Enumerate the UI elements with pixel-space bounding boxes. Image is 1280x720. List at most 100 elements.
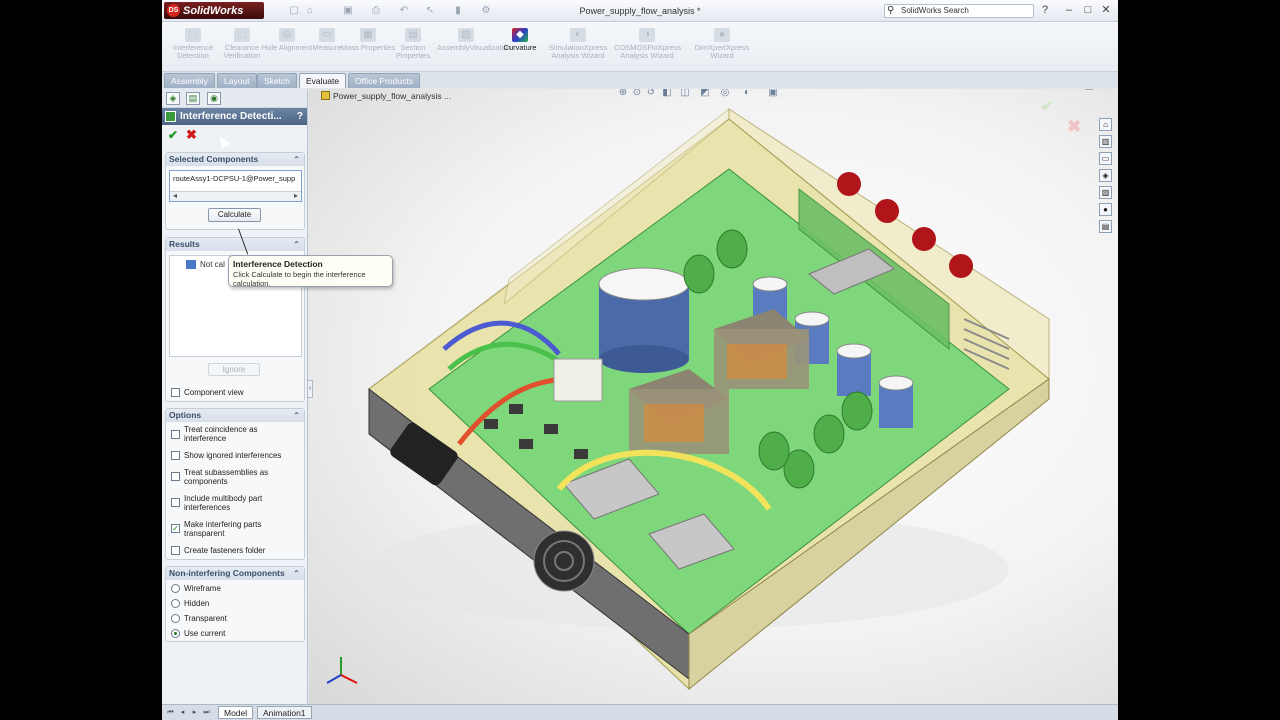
panel-splitter[interactable]: ‹ bbox=[307, 380, 313, 398]
tab-sketch[interactable]: Sketch bbox=[257, 73, 297, 88]
tooltip-body: Click Calculate to begin the interferenc… bbox=[233, 270, 366, 288]
collapse-icon[interactable]: ⌃ bbox=[293, 409, 300, 422]
tab-office-products[interactable]: Office Products bbox=[348, 73, 420, 88]
configuration-manager-icon[interactable]: ◉ bbox=[207, 92, 221, 105]
minimize-icon[interactable]: – bbox=[1062, 3, 1076, 17]
help-icon[interactable]: ? bbox=[1038, 3, 1052, 17]
section-icon: ▤ bbox=[405, 28, 421, 42]
search-placeholder: SolidWorks Search bbox=[901, 6, 969, 15]
ok-cancel-row: ✔ ✖ bbox=[162, 125, 307, 145]
manager-tabs: ◈ ▤ ◉ bbox=[162, 89, 307, 108]
scroll-left-icon[interactable]: ◂ bbox=[173, 191, 177, 200]
tab-evaluate[interactable]: Evaluate bbox=[299, 73, 347, 88]
ok-button[interactable]: ✔ bbox=[168, 128, 178, 142]
selected-component[interactable]: routeAssy1-DCPSU-1@Power_supp bbox=[170, 171, 301, 183]
group-title: Options bbox=[169, 410, 202, 420]
selected-components-group: Selected Components ⌃ routeAssy1-DCPSU-1@… bbox=[165, 152, 305, 230]
option-checkbox[interactable] bbox=[171, 498, 180, 507]
tool-label: SimulationXpress Analysis Wizard bbox=[548, 43, 608, 60]
selected-components-list[interactable]: routeAssy1-DCPSU-1@Power_supp ◂ ▸ bbox=[169, 170, 302, 202]
tab-model[interactable]: Model bbox=[218, 706, 254, 719]
group-header[interactable]: Results ⌃ bbox=[166, 238, 304, 251]
curvature-tool[interactable]: ◆ Curvature bbox=[494, 28, 546, 68]
tool-label: Section Properties bbox=[395, 43, 431, 60]
option-label: Show ignored interferences bbox=[184, 451, 282, 460]
feature-manager-icon[interactable]: ◈ bbox=[166, 92, 180, 105]
maximize-icon[interactable]: □ bbox=[1081, 3, 1095, 17]
tool-label: Curvature bbox=[503, 43, 537, 52]
option-checkbox[interactable] bbox=[171, 430, 180, 439]
property-manager-icon[interactable]: ▤ bbox=[186, 92, 200, 105]
clearance-icon: ⬚ bbox=[234, 28, 250, 42]
command-manager: ⬚ Interference Detection ⬚ Clearance Verif… bbox=[162, 22, 1118, 72]
tool-label: COSMOSFloXpress Analysis Wizard bbox=[614, 43, 682, 60]
search-input[interactable]: ⚲ SolidWorks Search bbox=[884, 4, 1034, 18]
group-title: Selected Components bbox=[169, 154, 259, 164]
non-interfering-group: Non-interfering Components ⌃ Wireframe Hi… bbox=[165, 566, 305, 642]
prev-tab-icon[interactable]: ◂ bbox=[178, 708, 187, 717]
solidworks-window: DS SolidWorks ▢ ⌂ ▣ ⎙ ↶ ↖ ▮ ⚙ Power_supp… bbox=[162, 0, 1118, 720]
simulationxpress-tool[interactable]: ◐ SimulationXpress Analysis Wizard bbox=[547, 28, 609, 68]
option-checkbox-checked[interactable]: ✓ bbox=[171, 524, 180, 533]
tool-label: Clearance Verification bbox=[223, 43, 261, 60]
radio-hidden[interactable] bbox=[171, 599, 180, 608]
cancel-button[interactable]: ✖ bbox=[186, 127, 197, 143]
property-manager-title: Interference Detecti... bbox=[180, 111, 282, 122]
tooltip-title: Interference Detection bbox=[233, 259, 323, 269]
mass-icon: ▦ bbox=[360, 28, 376, 42]
property-manager: ◈ ▤ ◉ Interference Detecti... ? ✔ ✖ Sele… bbox=[162, 89, 308, 704]
result-item[interactable]: Not cal bbox=[200, 260, 225, 269]
group-header[interactable]: Options ⌃ bbox=[166, 409, 304, 422]
interference-detection-tool[interactable]: ⬚ Interference Detection bbox=[165, 28, 221, 68]
radio-use-current[interactable] bbox=[171, 629, 180, 638]
first-tab-icon[interactable]: ⏮ bbox=[166, 708, 175, 717]
group-title: Results bbox=[169, 239, 200, 249]
title-bar: DS SolidWorks ▢ ⌂ ▣ ⎙ ↶ ↖ ▮ ⚙ Power_supp… bbox=[162, 0, 1118, 22]
collapse-icon[interactable]: ⌃ bbox=[293, 567, 300, 580]
help-button[interactable]: ? bbox=[297, 108, 303, 125]
command-tabs: Assembly Layout Sketch Evaluate Office P… bbox=[162, 72, 1118, 88]
simulation-icon: ◐ bbox=[570, 28, 586, 42]
ignore-button[interactable]: Ignore bbox=[208, 363, 260, 376]
last-tab-icon[interactable]: ⏭ bbox=[202, 708, 211, 717]
group-header[interactable]: Selected Components ⌃ bbox=[166, 153, 304, 166]
floxpress-tool[interactable]: ◑ COSMOSFloXpress Analysis Wizard bbox=[614, 28, 682, 68]
graphics-area[interactable]: Power_supply_flow_analysis ... ⊕ ⊙ ↺ ◧ ◫… bbox=[309, 89, 1118, 704]
horizontal-scrollbar[interactable]: ◂ ▸ bbox=[170, 191, 301, 201]
axis-triad bbox=[326, 657, 358, 684]
option-label: Treat coincidence as interference bbox=[184, 425, 258, 443]
collapse-icon[interactable]: ⌃ bbox=[293, 238, 300, 251]
next-tab-icon[interactable]: ▸ bbox=[190, 708, 199, 717]
assembly-visualization-tool[interactable]: ▧ AssemblyVisualization bbox=[437, 28, 511, 68]
collapse-icon[interactable]: ⌃ bbox=[293, 153, 300, 166]
group-title: Non-interfering Components bbox=[169, 568, 285, 578]
options-group: Options ⌃ Treat coincidence as interferen… bbox=[165, 408, 305, 560]
radio-label: Use current bbox=[184, 629, 226, 638]
option-checkbox[interactable] bbox=[171, 451, 180, 460]
radio-transparent[interactable] bbox=[171, 614, 180, 623]
result-item-icon bbox=[186, 260, 196, 269]
tab-layout[interactable]: Layout bbox=[217, 73, 257, 88]
tab-assembly[interactable]: Assembly bbox=[164, 73, 215, 88]
measure-icon: ▭ bbox=[319, 28, 335, 42]
interference-detection-icon bbox=[165, 111, 176, 122]
option-checkbox[interactable] bbox=[171, 472, 180, 481]
dimxpert-tool[interactable]: ● DimXpertXpress Wizard bbox=[689, 28, 755, 68]
power-supply-model[interactable] bbox=[309, 89, 1118, 704]
dimxpert-icon: ● bbox=[714, 28, 730, 42]
tool-label: DimXpertXpress Wizard bbox=[694, 43, 750, 60]
component-view-checkbox[interactable] bbox=[171, 388, 180, 397]
component-view-label: Component view bbox=[184, 388, 244, 397]
scroll-right-icon[interactable]: ▸ bbox=[294, 191, 298, 200]
interference-icon: ⬚ bbox=[185, 28, 201, 42]
section-properties-tool[interactable]: ▤ Section Properties bbox=[385, 28, 441, 68]
tooltip: Interference Detection Click Calculate t… bbox=[228, 255, 393, 288]
tab-animation1[interactable]: Animation1 bbox=[257, 706, 312, 719]
option-label: Create fasteners folder bbox=[184, 546, 266, 555]
calculate-button[interactable]: Calculate bbox=[208, 208, 261, 222]
search-icon: ⚲ bbox=[887, 5, 895, 16]
option-checkbox[interactable] bbox=[171, 546, 180, 555]
radio-wireframe[interactable] bbox=[171, 584, 180, 593]
group-header[interactable]: Non-interfering Components ⌃ bbox=[166, 567, 304, 580]
close-icon[interactable]: ✕ bbox=[1099, 3, 1113, 17]
